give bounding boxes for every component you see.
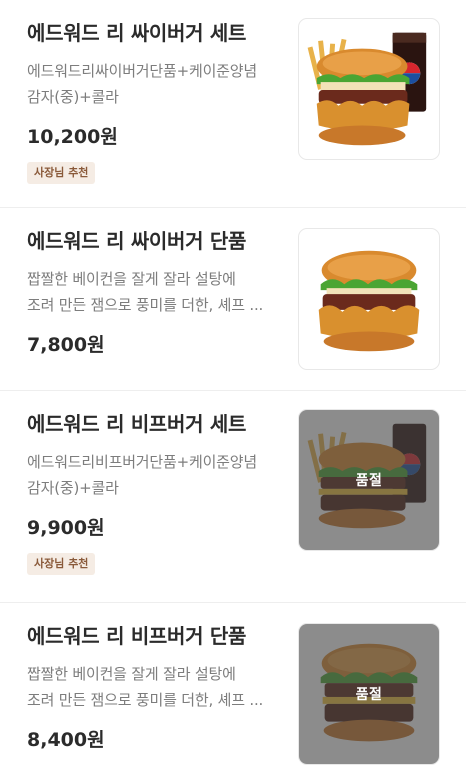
menu-item-description-line: 감자(중)+콜라 bbox=[27, 88, 119, 106]
menu-item-text: 에드워드 리 비프버거 세트 에드워드리비프버거단품+케이준양념 감자(중)+콜… bbox=[27, 409, 289, 575]
menu-item-description: 에드워드리비프버거단품+케이준양념 감자(중)+콜라 bbox=[27, 449, 289, 501]
menu-item-description: 짭짤한 베이컨을 잘게 잘라 설탕에 조려 만든 잼으로 풍미를 더한, 셰프 … bbox=[27, 266, 289, 318]
sold-out-overlay: 품절 bbox=[299, 410, 439, 550]
menu-item-description-line: 에드워드리싸이버거단품+케이준양념 bbox=[27, 62, 257, 80]
chicken-burger-set-illustration bbox=[307, 32, 427, 146]
menu-item-name: 에드워드 리 싸이버거 단품 bbox=[27, 229, 247, 253]
menu-item-description-line: 짭짤한 베이컨을 잘게 잘라 설탕에 bbox=[27, 270, 236, 288]
chicken-burger-illustration bbox=[318, 250, 420, 352]
menu-item-text: 에드워드 리 비프버거 단품 짭짤한 베이컨을 잘게 잘라 설탕에 조려 만든 … bbox=[27, 621, 289, 753]
menu-list: 에드워드 리 싸이버거 세트 에드워드리싸이버거단품+케이준양념 감자(중)+콜… bbox=[0, 0, 466, 777]
menu-item-chicken-burger-set[interactable]: 에드워드 리 싸이버거 세트 에드워드리싸이버거단품+케이준양념 감자(중)+콜… bbox=[0, 0, 466, 208]
menu-item-price: 7,800원 bbox=[27, 334, 105, 356]
menu-item-price: 8,400원 bbox=[27, 729, 105, 751]
menu-item-name: 에드워드 리 싸이버거 세트 bbox=[27, 21, 247, 45]
menu-item-beef-burger-single[interactable]: 에드워드 리 비프버거 단품 짭짤한 베이컨을 잘게 잘라 설탕에 조려 만든 … bbox=[0, 603, 466, 777]
sold-out-label: 품절 bbox=[355, 473, 383, 489]
menu-item-name: 에드워드 리 비프버거 세트 bbox=[27, 412, 247, 436]
sold-out-label: 품절 bbox=[355, 687, 383, 703]
menu-item-name: 에드워드 리 비프버거 단품 bbox=[27, 624, 247, 648]
chicken-burger-set-image[interactable] bbox=[298, 18, 440, 160]
menu-item-price: 10,200원 bbox=[27, 126, 118, 148]
menu-item-text: 에드워드 리 싸이버거 단품 짭짤한 베이컨을 잘게 잘라 설탕에 조려 만든 … bbox=[27, 226, 289, 358]
chicken-burger-image[interactable] bbox=[298, 228, 440, 370]
menu-item-description-line: 조려 만든 잼으로 풍미를 더한, 셰프 ... bbox=[27, 691, 264, 709]
menu-item-chicken-burger-single[interactable]: 에드워드 리 싸이버거 단품 짭짤한 베이컨을 잘게 잘라 설탕에 조려 만든 … bbox=[0, 208, 466, 391]
menu-item-description: 짭짤한 베이컨을 잘게 잘라 설탕에 조려 만든 잼으로 풍미를 더한, 셰프 … bbox=[27, 661, 289, 713]
menu-item-beef-burger-set[interactable]: 에드워드 리 비프버거 세트 에드워드리비프버거단품+케이준양념 감자(중)+콜… bbox=[0, 391, 466, 603]
menu-item-description-line: 짭짤한 베이컨을 잘게 잘라 설탕에 bbox=[27, 665, 236, 683]
menu-item-price: 9,900원 bbox=[27, 517, 105, 539]
beef-burger-image[interactable]: 품절 bbox=[298, 623, 440, 765]
menu-item-text: 에드워드 리 싸이버거 세트 에드워드리싸이버거단품+케이준양념 감자(중)+콜… bbox=[27, 18, 289, 184]
menu-item-description-line: 에드워드리비프버거단품+케이준양념 bbox=[27, 453, 257, 471]
owner-recommend-badge: 사장님 추천 bbox=[27, 553, 96, 575]
owner-recommend-badge: 사장님 추천 bbox=[27, 162, 96, 184]
menu-item-description-line: 조려 만든 잼으로 풍미를 더한, 셰프 ... bbox=[27, 296, 264, 314]
menu-item-description-line: 감자(중)+콜라 bbox=[27, 479, 119, 497]
sold-out-overlay: 품절 bbox=[299, 624, 439, 764]
menu-item-description: 에드워드리싸이버거단품+케이준양념 감자(중)+콜라 bbox=[27, 58, 289, 110]
beef-burger-set-image[interactable]: 품절 bbox=[298, 409, 440, 551]
